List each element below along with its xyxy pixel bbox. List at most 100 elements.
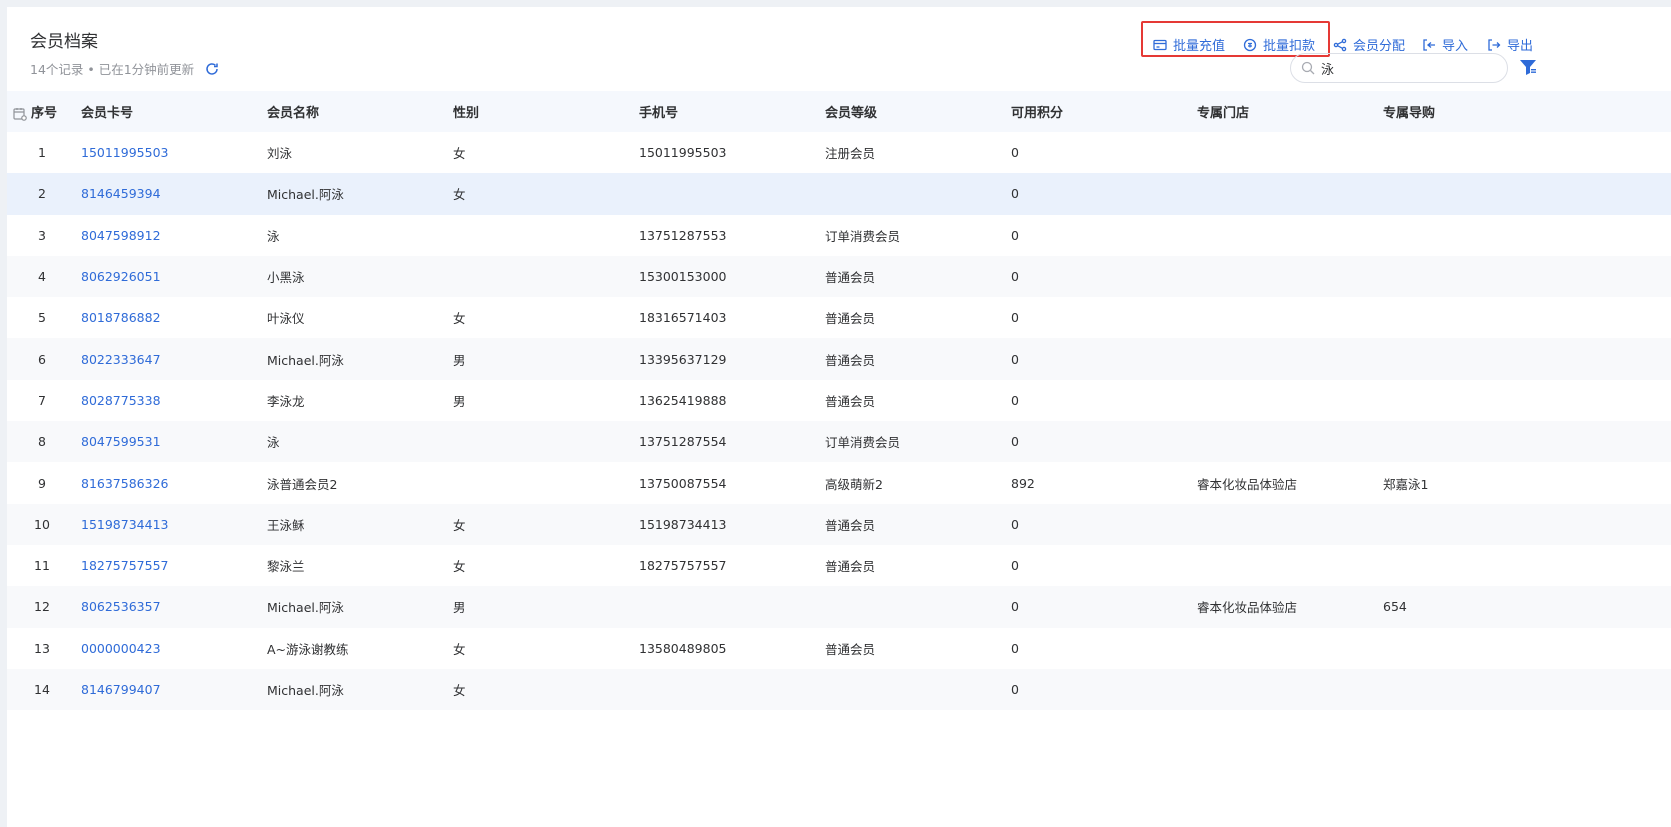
table-row[interactable]: 4 8062926051 小黑泳 15300153000 普通会员 0 [7, 255, 1671, 298]
table-row[interactable]: 12 8062536357 Michael.阿泳 男 0 睿本化妆品体验店 654 [7, 586, 1671, 628]
export-button[interactable]: 导出 [1487, 35, 1533, 54]
points: 0 [1011, 269, 1019, 285]
table-row[interactable]: 9 81637586326 泳普通会员2 13750087554 高级萌新2 892 睿本化… [7, 462, 1671, 503]
card-no-link[interactable]: 15011995503 [77, 132, 267, 173]
card-no-link[interactable]: 8062536357 [77, 586, 267, 627]
row-index: 2 [38, 186, 46, 202]
table-row[interactable]: 8 8047599531 泳 13751287554 订单消费会员 0 [7, 421, 1671, 463]
phone: 18316571403 [639, 310, 727, 326]
member-archive-panel: 会员档案 14个记录 • 已在1分钟前更新 批量充值 批量扣款 会员分配 导入 … [7, 7, 1671, 827]
table-row[interactable]: 11 18275757557 黎泳兰女 18275757557 普通会员 0 [7, 545, 1671, 586]
exclusive-store: 睿本化妆品体验店 [1197, 600, 1298, 616]
member-name: 叶泳仪 [267, 311, 305, 327]
column-settings-icon[interactable] [13, 107, 27, 121]
card-no-link[interactable]: 18275757557 [77, 545, 267, 586]
column-header-points[interactable]: 可用积分 [1011, 91, 1197, 132]
table-row[interactable]: 6 8022333647 Michael.阿泳 男 13395637129 普通会员 0 [7, 338, 1671, 380]
record-summary: 14个记录 • 已在1分钟前更新 [30, 59, 220, 78]
table-row[interactable]: 13 0000000423 A~游泳谢教练 女 13580489805 普通会员 0 [7, 628, 1671, 669]
column-header-store[interactable]: 专属门店 [1197, 91, 1383, 132]
batch-deduct-button[interactable]: 批量扣款 [1243, 35, 1315, 54]
exclusive-store [1197, 380, 1383, 421]
import-label: 导入 [1442, 39, 1469, 54]
card-no-link[interactable]: 8022333647 [77, 338, 267, 379]
member-name: 小黑泳 [267, 270, 305, 286]
member-name: Michael.阿泳 [267, 352, 344, 368]
card-no-link[interactable]: 8146799407 [77, 669, 267, 710]
card-no-link[interactable]: 8062926051 [77, 256, 267, 297]
row-index: 3 [38, 227, 46, 243]
table-row[interactable]: 5 8018786882 叶泳仪 女 18316571403 普通会员 0 [7, 297, 1671, 338]
phone: 13751287553 [639, 227, 727, 243]
member-name: 泳 [267, 228, 280, 244]
column-header-index[interactable]: 序号 [7, 91, 77, 132]
member-level: 注册会员 [825, 146, 876, 162]
card-no-link[interactable]: 81637586326 [77, 462, 267, 503]
table-row[interactable]: 14 8146799407 Michael.阿泳 女 0 [7, 668, 1671, 711]
member-name: Michael.阿泳 [267, 683, 344, 698]
table-row[interactable]: 10 15198734413 王泳稣女 15198734413 普通会员 0 [7, 503, 1671, 545]
member-level: 普通会员 [825, 393, 876, 409]
row-index: 1 [38, 145, 46, 161]
phone: 13751287554 [639, 434, 727, 450]
member-level [825, 586, 1011, 627]
row-index: 12 [34, 599, 50, 615]
gender: 女 [453, 311, 466, 327]
member-level: 普通会员 [825, 559, 876, 575]
points: 0 [1011, 227, 1019, 243]
table-row[interactable]: 1 15011995503 刘泳女 15011995503 注册会员 0 [7, 132, 1671, 173]
phone: 15198734413 [639, 516, 727, 532]
member-name: 刘泳 [267, 146, 293, 162]
exclusive-store [1197, 628, 1383, 669]
exclusive-store: 睿本化妆品体验店 [1197, 476, 1298, 492]
phone: 15011995503 [639, 145, 727, 161]
table-row[interactable]: 2 8146459394 Michael.阿泳 女 0 [7, 173, 1671, 215]
exclusive-guide [1383, 173, 1671, 214]
member-assign-button[interactable]: 会员分配 [1333, 35, 1405, 54]
card-no-link[interactable]: 15198734413 [77, 504, 267, 545]
import-button[interactable]: 导入 [1422, 35, 1468, 54]
exclusive-guide: 654 [1383, 599, 1407, 615]
row-index: 11 [34, 558, 50, 574]
card-no-link[interactable]: 8028775338 [77, 380, 267, 421]
column-header-guide[interactable]: 专属导购 [1383, 91, 1671, 132]
gender: 女 [453, 683, 466, 698]
batch-recharge-button[interactable]: 批量充值 [1153, 35, 1225, 54]
search-box[interactable] [1290, 53, 1508, 83]
row-index: 8 [38, 434, 46, 450]
table-row[interactable]: 3 8047598912 泳 13751287553 订单消费会员 0 [7, 215, 1671, 256]
column-header-gender[interactable]: 性别 [453, 91, 639, 132]
gender: 男 [453, 600, 466, 616]
filter-icon[interactable] [1519, 58, 1537, 76]
card-icon [1153, 39, 1167, 50]
card-no-link[interactable]: 0000000423 [77, 628, 267, 669]
gender [453, 215, 639, 256]
card-no-link[interactable]: 8018786882 [77, 297, 267, 338]
member-level: 普通会员 [825, 641, 876, 657]
column-header-member-name[interactable]: 会员名称 [267, 91, 453, 132]
points: 0 [1011, 351, 1019, 367]
card-no-link[interactable]: 8047599531 [77, 421, 267, 462]
member-level: 普通会员 [825, 270, 876, 286]
exclusive-guide [1383, 628, 1671, 669]
column-header-level[interactable]: 会员等级 [825, 91, 1011, 132]
member-name: A~游泳谢教练 [267, 641, 349, 657]
exclusive-guide [1383, 132, 1671, 173]
points: 0 [1011, 682, 1019, 697]
points: 0 [1011, 145, 1019, 161]
search-input[interactable] [1321, 60, 1501, 76]
card-no-link[interactable]: 8047598912 [77, 215, 267, 256]
exclusive-guide [1383, 256, 1671, 297]
phone [639, 173, 825, 214]
card-no-link[interactable]: 8146459394 [77, 173, 267, 214]
points: 0 [1011, 434, 1019, 450]
column-header-card-no[interactable]: 会员卡号 [77, 91, 267, 132]
member-name: 泳普通会员2 [267, 476, 338, 492]
gender: 女 [453, 517, 466, 533]
refresh-icon[interactable] [204, 61, 220, 77]
column-header-phone[interactable]: 手机号 [639, 91, 825, 132]
member-name: 泳 [267, 435, 280, 451]
table-row[interactable]: 7 8028775338 李泳龙 男 13625419888 普通会员 0 [7, 380, 1671, 421]
exclusive-store [1197, 338, 1383, 379]
points: 0 [1011, 558, 1019, 574]
